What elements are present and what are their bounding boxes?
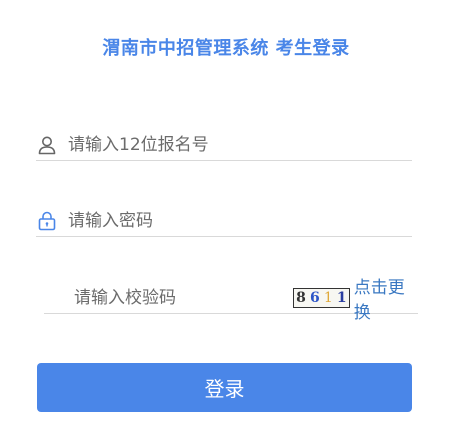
captcha-image[interactable]: 8 6 1 1 xyxy=(293,288,350,308)
captcha-char: 1 xyxy=(336,290,347,306)
captcha-char: 6 xyxy=(309,290,320,306)
page-title: 渭南市中招管理系统 考生登录 xyxy=(102,38,350,59)
refresh-captcha-link[interactable]: 点击更换 xyxy=(354,273,418,323)
captcha-char: 1 xyxy=(323,290,333,306)
captcha-char: 8 xyxy=(296,290,306,306)
captcha-field-row: 8 6 1 1 点击更换 xyxy=(44,278,418,323)
lock-icon xyxy=(36,210,58,232)
password-field-row xyxy=(36,206,412,237)
login-button[interactable]: 登录 xyxy=(37,363,412,412)
username-input[interactable] xyxy=(68,131,412,159)
user-icon xyxy=(36,134,58,156)
username-field-row xyxy=(36,130,412,161)
password-input[interactable] xyxy=(68,207,412,235)
captcha-input[interactable] xyxy=(44,284,293,312)
